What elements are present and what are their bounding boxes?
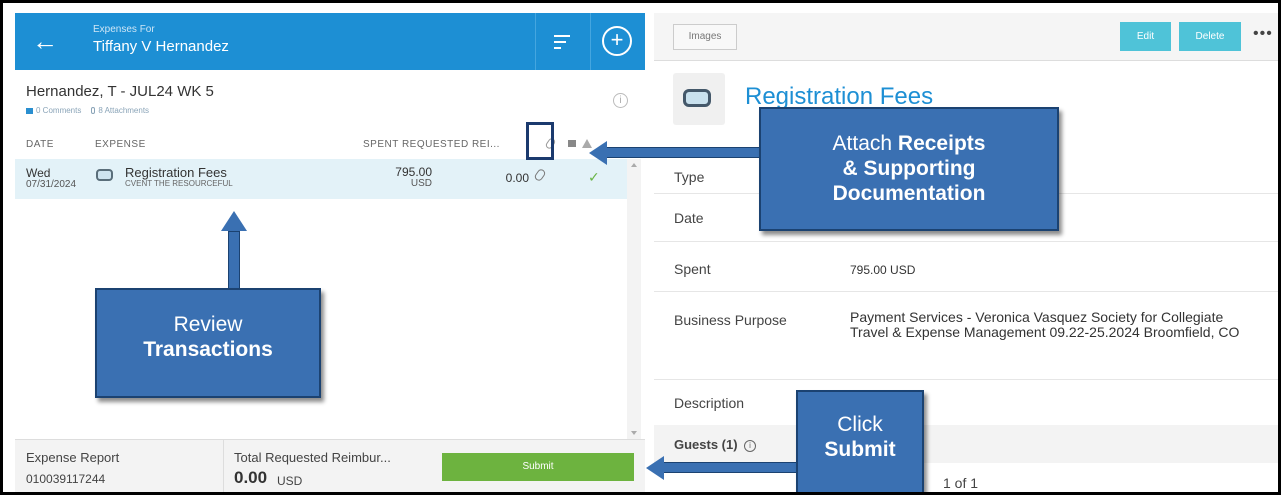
comment-column-icon[interactable] bbox=[568, 140, 576, 147]
callout-attach-receipts: Attach Receipts & Supporting Documentati… bbox=[759, 107, 1059, 231]
report-title: Hernandez, T - JUL24 WK 5 bbox=[26, 83, 214, 100]
attach-arrow-head bbox=[589, 141, 607, 165]
row-divider bbox=[654, 291, 1278, 292]
screenshot-frame: ← Expenses For Tiffany V Hernandez + Her… bbox=[0, 0, 1281, 495]
attach-arrow-shaft bbox=[606, 147, 760, 158]
callout-review-line2: Transactions bbox=[143, 338, 273, 361]
spent-value: 795.00 USD bbox=[850, 263, 916, 277]
business-purpose-value: Payment Services - Veronica Vasquez Soci… bbox=[850, 309, 1240, 340]
callout-review-transactions: Review Transactions bbox=[95, 288, 321, 398]
expense-report-label: Expense Report bbox=[26, 450, 120, 465]
row-spent-currency: USD bbox=[410, 178, 432, 189]
type-label: Type bbox=[674, 169, 705, 185]
delete-button[interactable]: Delete bbox=[1179, 22, 1241, 51]
registration-ticket-icon bbox=[96, 169, 113, 181]
row-date: 07/31/2024 bbox=[26, 179, 77, 190]
more-options-icon[interactable]: ••• bbox=[1253, 25, 1273, 43]
footer-divider bbox=[223, 439, 224, 492]
column-header-date[interactable]: DATE bbox=[26, 139, 54, 150]
business-purpose-label: Business Purpose bbox=[674, 312, 787, 328]
header-divider bbox=[535, 13, 536, 70]
callout-review-line1: Review bbox=[173, 313, 243, 336]
attachments-icon bbox=[91, 107, 96, 114]
header-label: Expenses For bbox=[93, 24, 155, 35]
description-label: Description bbox=[674, 395, 745, 411]
row-vendor: CVENT THE RESOURCEFUL bbox=[125, 179, 233, 188]
attachments-count[interactable]: 8 Attachments bbox=[98, 106, 149, 115]
guests-info-icon[interactable]: i bbox=[744, 440, 756, 452]
images-button[interactable]: Images bbox=[673, 24, 737, 50]
row-divider bbox=[654, 241, 1278, 242]
submit-button[interactable]: Submit bbox=[442, 453, 634, 481]
column-header-expense[interactable]: EXPENSE bbox=[95, 139, 146, 150]
edit-button[interactable]: Edit bbox=[1120, 22, 1171, 51]
total-requested-amount: 0.00 bbox=[234, 468, 268, 487]
scroll-up-arrow-icon[interactable] bbox=[631, 163, 637, 167]
callout-attach-line3: Documentation bbox=[832, 182, 986, 205]
date-label: Date bbox=[674, 210, 704, 226]
registration-ticket-icon bbox=[683, 89, 711, 107]
row-expense-name: Registration Fees bbox=[125, 165, 227, 180]
list-header-bar: ← Expenses For Tiffany V Hernandez + bbox=[15, 13, 645, 70]
guests-pager: 1 of 1 bbox=[943, 475, 979, 491]
add-expense-plus-icon[interactable]: + bbox=[602, 26, 632, 56]
attachment-highlight-box bbox=[526, 122, 554, 160]
comments-icon bbox=[26, 108, 33, 114]
report-info-icon[interactable]: i bbox=[613, 93, 628, 108]
header-divider bbox=[590, 13, 591, 70]
callout-submit-line2: Submit bbox=[824, 438, 896, 461]
list-scrollbar[interactable] bbox=[627, 159, 641, 439]
row-divider bbox=[654, 379, 1278, 380]
review-arrow-head bbox=[221, 211, 247, 231]
guests-label: Guests (1) bbox=[674, 437, 738, 452]
callout-attach-line1a: Attach bbox=[832, 132, 898, 155]
back-arrow-icon[interactable]: ← bbox=[29, 25, 61, 57]
row-spent-amount: 795.00 bbox=[395, 165, 432, 179]
scroll-down-arrow-icon[interactable] bbox=[631, 431, 637, 435]
submit-arrow-shaft bbox=[663, 462, 797, 473]
report-meta: 0 Comments 8 Attachments bbox=[26, 106, 149, 115]
total-requested-label: Total Requested Reimbur... bbox=[234, 450, 391, 465]
total-requested-currency: USD bbox=[277, 474, 303, 488]
row-day: Wed bbox=[26, 166, 51, 180]
spent-label: Spent bbox=[674, 261, 711, 277]
column-header-spent-requested[interactable]: SPENT REQUESTED REI... bbox=[363, 139, 500, 150]
submit-arrow-head bbox=[646, 456, 664, 480]
row-check-icon: ✓ bbox=[588, 169, 600, 185]
callout-attach-line1b: Receipts bbox=[897, 132, 986, 155]
callout-click-submit: Click Submit bbox=[796, 390, 924, 492]
callout-submit-line1: Click bbox=[837, 413, 883, 436]
header-employee-name: Tiffany V Hernandez bbox=[93, 38, 229, 55]
expense-report-id: 010039117244 bbox=[26, 472, 106, 486]
review-arrow-shaft bbox=[228, 231, 240, 290]
row-requested-amount: 0.00 bbox=[505, 171, 529, 185]
comments-count[interactable]: 0 Comments bbox=[36, 106, 81, 115]
sort-filter-icon[interactable] bbox=[545, 27, 579, 57]
callout-attach-line2: & Supporting bbox=[842, 157, 976, 180]
